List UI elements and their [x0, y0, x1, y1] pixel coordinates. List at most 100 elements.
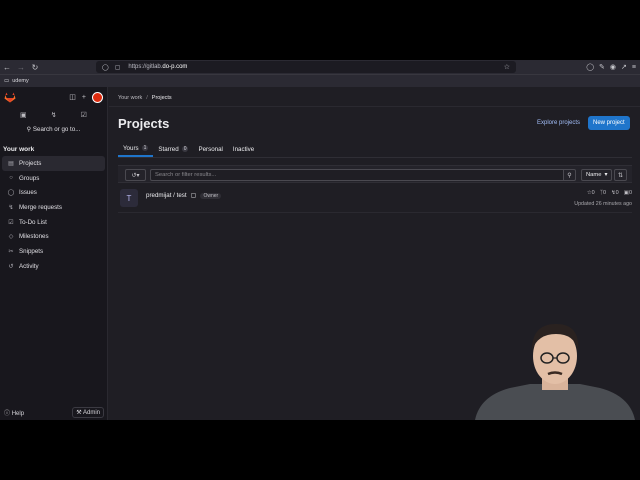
sidebar-item-merge-requests[interactable]: ↯ Merge requests: [2, 200, 105, 215]
bookmarks-bar: ▭ udemy: [0, 74, 640, 87]
forward-icon[interactable]: →: [14, 60, 28, 74]
sidebar-section-title: Your work: [3, 146, 35, 153]
tab-count-badge: 0: [181, 146, 189, 152]
sidebar-toggle-icon[interactable]: ◫: [69, 93, 76, 101]
tab-starred[interactable]: Starred 0: [153, 141, 193, 157]
divider: [109, 106, 640, 107]
recent-searches-button[interactable]: ↺▾: [125, 169, 146, 181]
page-title: Projects: [118, 116, 170, 131]
sidebar-quick-icons: ▣ ↯ ☑: [0, 107, 107, 123]
tab-count-badge: 1: [141, 145, 149, 151]
sidebar-item-label: Groups: [19, 174, 40, 182]
group-icon: ○: [9, 175, 13, 182]
breadcrumb-current[interactable]: Projects: [152, 95, 172, 101]
wrench-icon: ⚒: [76, 409, 82, 416]
search-submit-button[interactable]: ⚲: [563, 169, 576, 181]
sort-dropdown[interactable]: Name ▾: [581, 169, 612, 181]
lock-icon: ▢: [114, 64, 121, 71]
bookmark-item[interactable]: udemy: [12, 78, 29, 84]
search-label: Search or go to...: [32, 126, 81, 133]
sidebar-item-label: Merge requests: [19, 203, 62, 211]
sidebar-item-todo-list[interactable]: ☑ To-Do List: [2, 215, 105, 230]
help-button[interactable]: ⓘ Help: [4, 408, 24, 417]
browser-toolbar: ← → ↻ ◯ ▢ https://gitlab.do-p.com ☆ ◯ ✎ …: [0, 60, 640, 74]
video-letterbox-bottom: [0, 420, 640, 480]
sidebar-item-projects[interactable]: ▤ Projects: [2, 156, 105, 171]
issues-count: 0: [628, 190, 632, 196]
sidebar-item-label: Projects: [19, 159, 42, 167]
chevron-down-icon: ▾: [604, 172, 608, 178]
tab-personal[interactable]: Personal: [193, 141, 227, 157]
help-label: Help: [11, 410, 25, 417]
todo-icon: ☑: [8, 219, 14, 226]
stars-stat[interactable]: ☆0: [587, 190, 595, 196]
sidebar-item-milestones[interactable]: ◇ Milestones: [2, 229, 105, 244]
gitlab-logo-icon[interactable]: [4, 92, 16, 103]
user-avatar[interactable]: [92, 91, 103, 103]
video-letterbox-top: [0, 0, 640, 60]
project-title: predmijat / test ▢ Owner: [146, 192, 222, 199]
search-icon: ⚲: [567, 172, 572, 179]
breadcrumb: Your work / Projects: [118, 95, 172, 101]
sidebar-footer: ⓘ Help ⚒ Admin: [0, 404, 108, 420]
tab-label: Inactive: [232, 145, 255, 153]
merge-requests-stat[interactable]: ↯0: [611, 190, 619, 196]
activity-icon: ↺: [8, 263, 14, 270]
sidebar-item-label: Milestones: [19, 233, 49, 241]
issues-icon[interactable]: ▣: [20, 111, 27, 119]
folder-icon: ▭: [4, 78, 10, 84]
sidebar-item-issues[interactable]: ◯ Issues: [2, 185, 105, 200]
search-input[interactable]: Search or filter results...: [150, 169, 563, 181]
sidebar-item-activity[interactable]: ↺ Activity: [2, 259, 105, 274]
sidebar: ◫ + ▣ ↯ ☑ ⚲ Search or go to... Your work…: [0, 87, 108, 420]
sidebar-header: ◫ +: [0, 87, 107, 107]
stars-count: 0: [591, 190, 595, 196]
menu-icon[interactable]: ≡: [632, 64, 636, 71]
back-icon[interactable]: ←: [0, 60, 14, 74]
role-badge: Owner: [200, 192, 222, 199]
screen-frame: ← → ↻ ◯ ▢ https://gitlab.do-p.com ☆ ◯ ✎ …: [0, 60, 640, 420]
search-or-go-to-button[interactable]: ⚲ Search or go to...: [0, 123, 107, 137]
milestone-icon: ◇: [8, 234, 14, 241]
merge-request-icon[interactable]: ↯: [51, 111, 57, 119]
issues-stat[interactable]: ▣0: [624, 190, 632, 196]
project-tabs: Yours 1 Starred 0 Personal Inactive: [118, 141, 259, 157]
forks-stat[interactable]: ᛉ0: [600, 190, 606, 196]
project-avatar[interactable]: T: [120, 189, 138, 207]
shield-icon: ◯: [102, 64, 109, 71]
project-icon: ▤: [8, 160, 14, 167]
tab-label: Personal: [198, 145, 223, 153]
create-new-icon[interactable]: +: [82, 94, 86, 101]
url-text: https://gitlab.do-p.com: [128, 64, 188, 70]
bookmark-star-icon[interactable]: ☆: [504, 63, 510, 71]
sort-icon: ⇅: [617, 172, 624, 179]
sidebar-item-snippets[interactable]: ✂ Snippets: [2, 244, 105, 259]
extensions-icon[interactable]: ✎: [599, 63, 605, 71]
explore-projects-button[interactable]: Explore projects: [537, 117, 580, 130]
project-name-link[interactable]: predmijat / test: [146, 192, 187, 199]
tab-label: Yours: [123, 144, 139, 152]
project-row[interactable]: T predmijat / test ▢ Owner ☆0 ᛉ0 ↯0 ▣0 U…: [118, 185, 632, 213]
tab-inactive[interactable]: Inactive: [228, 141, 259, 157]
sidebar-item-label: Snippets: [19, 247, 44, 255]
new-project-button[interactable]: New project: [588, 116, 630, 130]
browser-tools: ◯ ✎ ◉ ↗ ≡: [586, 60, 636, 74]
tab-yours[interactable]: Yours 1: [118, 141, 154, 157]
share-icon[interactable]: ↗: [621, 63, 627, 71]
history-icon: ↺▾: [131, 172, 140, 179]
pocket-icon[interactable]: ◯: [586, 63, 594, 71]
sidebar-item-groups[interactable]: ○ Groups: [2, 171, 105, 186]
tab-label: Starred: [158, 145, 179, 153]
breadcrumb-root[interactable]: Your work: [118, 95, 142, 101]
admin-button[interactable]: ⚒ Admin: [72, 406, 104, 418]
sidebar-item-label: Issues: [19, 189, 37, 197]
url-bar[interactable]: ◯ ▢ https://gitlab.do-p.com ☆: [96, 61, 516, 73]
reload-icon[interactable]: ↻: [28, 60, 42, 74]
sort-direction-button[interactable]: ⇅: [614, 169, 627, 181]
snippet-icon: ✂: [8, 248, 14, 255]
account-icon[interactable]: ◉: [610, 63, 616, 71]
webcam-overlay: [475, 324, 635, 420]
todo-icon[interactable]: ☑: [81, 111, 87, 119]
sidebar-item-label: To-Do List: [19, 218, 47, 226]
project-updated-time: Updated 26 minutes ago: [574, 201, 632, 207]
